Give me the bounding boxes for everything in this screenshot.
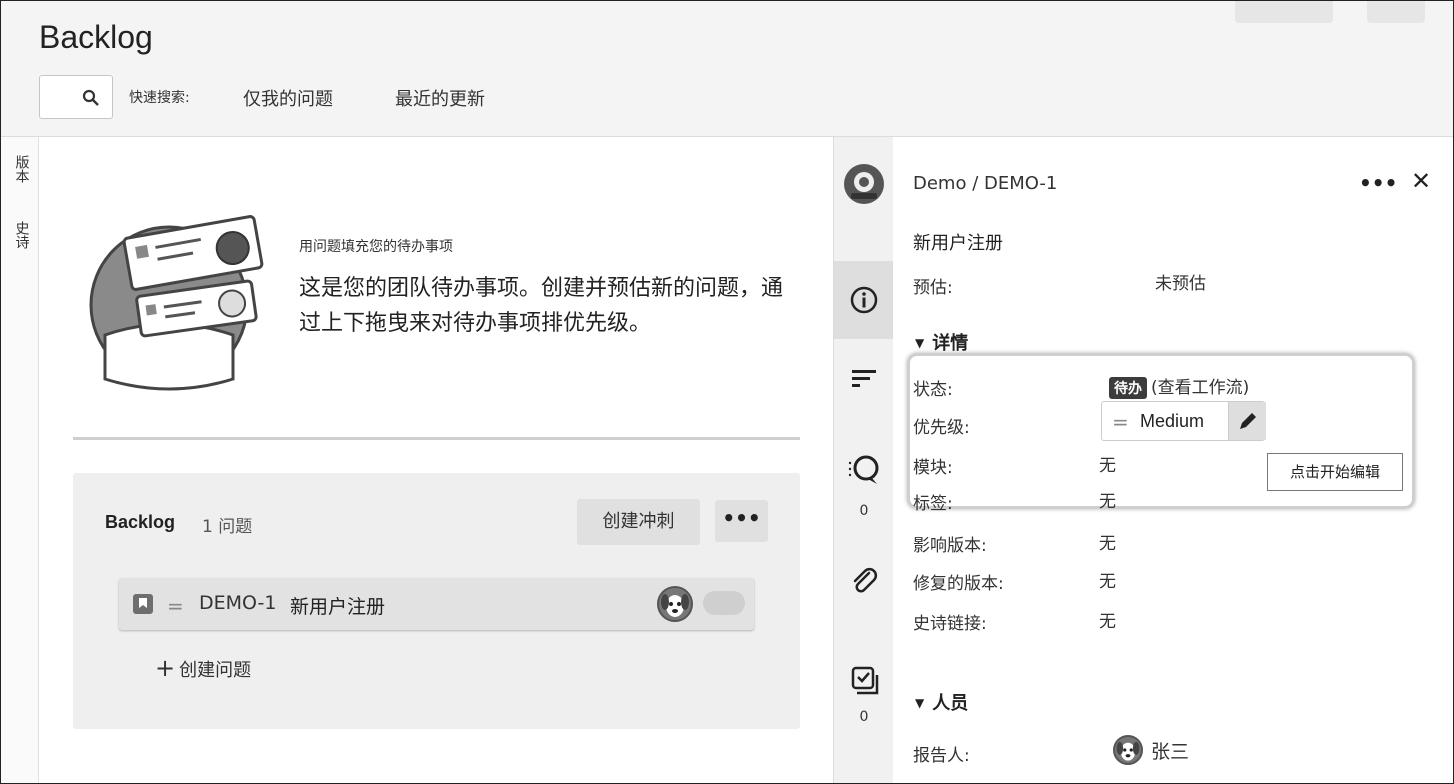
detail-icon-strip: 0 0 xyxy=(833,137,894,783)
priority-medium-icon: = xyxy=(167,594,184,618)
people-section-header[interactable]: ▼ 人员 xyxy=(915,689,968,715)
details-section-header[interactable]: ▼ 详情 xyxy=(915,329,968,355)
status-lozenge[interactable]: 待办 xyxy=(1109,377,1147,399)
fix-version-value[interactable]: 无 xyxy=(1099,567,1116,592)
tab-versions-label: 版本 xyxy=(13,155,30,183)
project-avatar-icon xyxy=(844,164,884,204)
dog-avatar-icon xyxy=(1116,741,1140,761)
section-divider xyxy=(73,437,800,440)
labels-label: 标签: xyxy=(913,494,953,514)
component-value[interactable]: 无 xyxy=(1099,451,1116,476)
chevron-down-icon: ▼ xyxy=(915,336,925,350)
backlog-issue-count: 1 问题 xyxy=(202,517,253,537)
status-label: 状态: xyxy=(913,380,953,400)
labels-value[interactable]: 无 xyxy=(1099,487,1116,512)
assignee-avatar[interactable] xyxy=(657,586,693,622)
onboarding-title: 用问题填充您的待办事项 xyxy=(299,239,453,255)
detail-more-button[interactable]: ••• xyxy=(1359,171,1397,195)
create-sprint-button[interactable]: 创建冲刺 xyxy=(577,499,700,545)
quick-search-label: 快速搜索: xyxy=(129,90,190,106)
search-input[interactable] xyxy=(39,75,113,119)
priority-medium-icon: = xyxy=(1112,410,1129,434)
tab-epics-label: 史诗 xyxy=(13,221,30,249)
checklist-tab[interactable] xyxy=(834,665,894,705)
plus-icon: + xyxy=(155,654,176,682)
sort-tab[interactable] xyxy=(834,363,894,403)
filter-recently-updated[interactable]: 最近的更新 xyxy=(395,85,485,111)
estimate-label: 预估: xyxy=(913,278,953,298)
issue-summary: 新用户注册 xyxy=(290,596,386,618)
affects-version-value[interactable]: 无 xyxy=(1099,529,1116,554)
backlog-name: Backlog xyxy=(105,512,176,532)
view-workflow-link[interactable]: (查看工作流) xyxy=(1151,378,1249,398)
breadcrumb[interactable]: Demo / DEMO-1 xyxy=(913,173,1057,194)
priority-value: Medium xyxy=(1140,411,1205,431)
info-tab[interactable] xyxy=(834,261,894,339)
comment-count: 0 xyxy=(859,503,869,519)
issue-key[interactable]: DEMO-1 xyxy=(199,592,276,614)
affects-version-label: 影响版本: xyxy=(913,536,987,556)
backlog-more-button[interactable]: ••• xyxy=(715,500,768,542)
comment-icon xyxy=(848,455,879,484)
close-icon[interactable]: ✕ xyxy=(1411,167,1431,195)
page-header: Backlog 快速搜索: 仅我的问题 最近的更新 xyxy=(1,1,1453,137)
sort-icon xyxy=(852,370,876,387)
status-value[interactable]: 待办 (查看工作流) xyxy=(1109,373,1249,399)
reporter-label: 报告人: xyxy=(913,746,970,766)
estimate-value[interactable]: 未预估 xyxy=(1155,269,1206,294)
chevron-down-icon: ▼ xyxy=(915,696,925,710)
dog-avatar-icon xyxy=(661,594,689,617)
search-icon xyxy=(82,89,99,106)
issue-card[interactable]: = DEMO-1 新用户注册 xyxy=(119,578,754,630)
create-issue-button[interactable]: + 创建问题 xyxy=(155,654,251,682)
tab-epics[interactable]: 史诗 xyxy=(12,221,30,253)
edit-pencil-button[interactable] xyxy=(1228,402,1266,440)
issue-title[interactable]: 新用户注册 xyxy=(913,229,1003,255)
tab-versions[interactable]: 版本 xyxy=(12,155,30,187)
info-icon xyxy=(850,286,878,314)
priority-field[interactable]: = Medium xyxy=(1101,401,1266,441)
header-action-button[interactable] xyxy=(1235,1,1333,23)
epic-link-value[interactable]: 无 xyxy=(1099,607,1116,632)
reporter-avatar xyxy=(1113,735,1143,765)
create-issue-label: 创建问题 xyxy=(179,660,252,681)
edit-tooltip: 点击开始编辑 xyxy=(1267,453,1403,491)
app-window: Backlog 快速搜索: 仅我的问题 最近的更新 版本 史诗 用问题填充您的待… xyxy=(0,0,1454,784)
left-tab-strip: 版本 史诗 xyxy=(1,137,39,783)
checklist-icon xyxy=(851,666,879,695)
backlog-container: Backlog 1 问题 创建冲刺 ••• = DEMO-1 新用户注册 + 创… xyxy=(73,473,800,729)
pencil-icon xyxy=(1240,413,1256,429)
attachments-tab[interactable] xyxy=(834,567,894,607)
estimate-pill xyxy=(703,591,745,615)
priority-label: 优先级: xyxy=(913,418,970,438)
comments-tab[interactable] xyxy=(834,453,894,493)
story-icon xyxy=(133,594,153,614)
component-label: 模块: xyxy=(913,458,953,478)
checklist-count: 0 xyxy=(859,709,869,725)
header-more-button[interactable] xyxy=(1367,1,1425,23)
attachment-icon xyxy=(853,567,878,593)
people-section-title: 人员 xyxy=(932,693,969,714)
page-title: Backlog xyxy=(39,19,153,55)
reporter-value[interactable]: 张三 xyxy=(1151,737,1189,764)
details-section-title: 详情 xyxy=(932,333,969,354)
issue-detail-panel: Demo / DEMO-1 ••• ✕ 新用户注册 预估: 未预估 ▼ 详情 状态… xyxy=(893,137,1453,783)
filter-only-my-issues[interactable]: 仅我的问题 xyxy=(243,85,333,111)
fix-version-label: 修复的版本: xyxy=(913,574,1004,594)
project-avatar[interactable] xyxy=(834,157,894,213)
onboarding-description: 这是您的团队待办事项。创建并预估新的问题，通过上下拖曳来对待办事项排优先级。 xyxy=(299,276,784,336)
backlog-illustration xyxy=(89,215,264,391)
epic-link-label: 史诗链接: xyxy=(913,614,987,634)
